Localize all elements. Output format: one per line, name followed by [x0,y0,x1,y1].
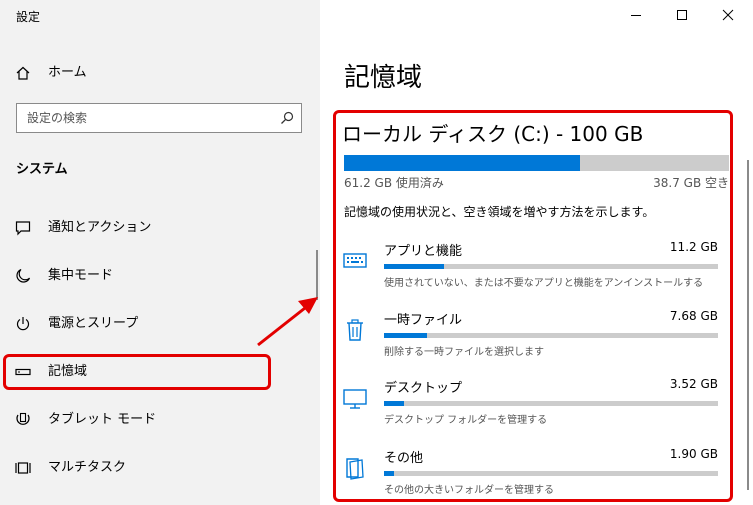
sidebar-item-tablet[interactable]: タブレット モード [0,400,320,440]
multitask-icon [14,460,32,476]
highlight-box-content [333,110,733,502]
page-title: 記憶域 [344,63,423,93]
sidebar-item-power[interactable]: 電源とスリープ [0,304,320,344]
highlight-box-sidebar [3,354,271,390]
app-title: 設定 [16,10,41,24]
minimize-button[interactable] [621,4,651,26]
main-content: 記憶域 ローカル ディスク (C:) - 100 GB 61.2 GB 使用済み… [320,0,753,505]
sidebar-item-label: タブレット モード [48,412,157,427]
sidebar-item-label: マルチタスク [48,460,127,475]
sidebar-item-multitask[interactable]: マルチタスク [0,448,320,488]
search-icon[interactable] [279,110,295,126]
close-icon [722,9,734,21]
content-scrollbar[interactable] [747,160,749,490]
search-input[interactable] [17,104,267,132]
sidebar-item-focus[interactable]: 集中モード [0,256,320,296]
power-icon [14,316,32,332]
maximize-icon [677,10,687,20]
minimize-icon [631,15,641,16]
notification-icon [14,220,32,236]
sidebar: 設定 ホーム システム 通知とアクション 集中モード 電源とスリープ [0,0,320,505]
search-box[interactable] [16,103,302,133]
home-icon [14,65,32,81]
tablet-icon [14,412,32,428]
maximize-button[interactable] [667,4,697,26]
sidebar-item-label: 集中モード [48,268,114,283]
sidebar-item-label: 通知とアクション [48,220,152,235]
section-heading: システム [16,162,68,177]
sidebar-item-home[interactable]: ホーム [0,53,320,93]
sidebar-scrollbar[interactable] [316,250,318,300]
sidebar-item-label: 電源とスリープ [48,316,139,331]
sidebar-item-label: ホーム [48,65,87,80]
sidebar-item-notifications[interactable]: 通知とアクション [0,208,320,248]
close-button[interactable] [713,4,743,26]
moon-icon [14,268,32,284]
